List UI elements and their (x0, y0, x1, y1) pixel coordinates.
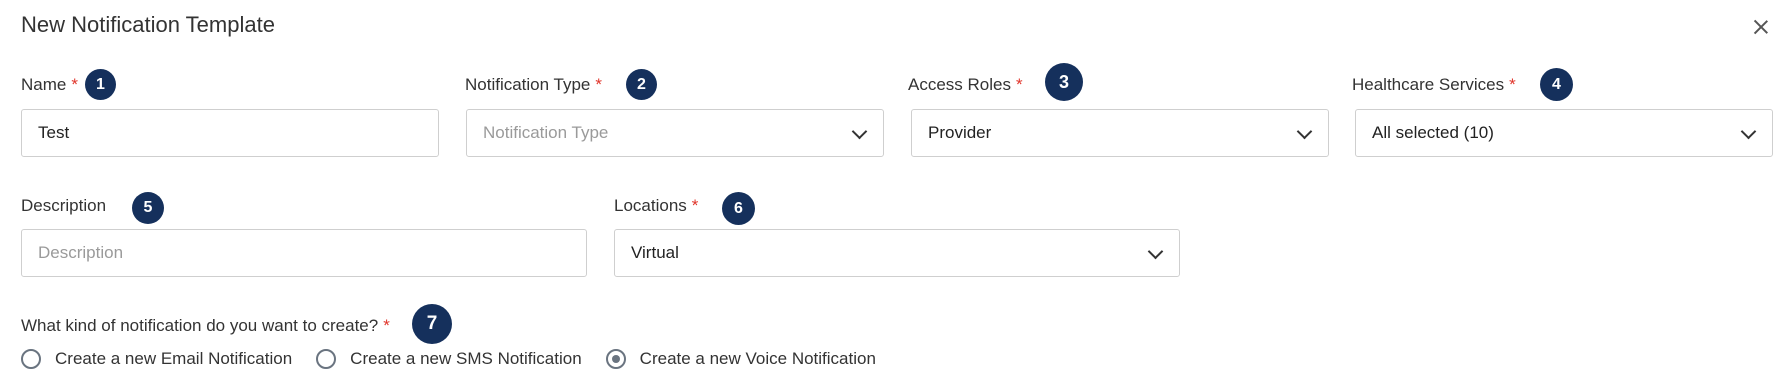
notification-type-select[interactable]: Notification Type (466, 109, 884, 157)
healthcare-services-label: Healthcare Services * (1352, 75, 1516, 94)
access-roles-label: Access Roles * (908, 75, 1023, 94)
callout-badge-7: 7 (412, 304, 452, 344)
name-input-box[interactable] (21, 109, 439, 157)
dialog-title: New Notification Template (21, 12, 275, 37)
locations-label: Locations * (614, 196, 699, 215)
locations-value: Virtual (631, 243, 679, 262)
notification-type-placeholder: Notification Type (483, 123, 609, 142)
description-label: Description (21, 196, 107, 215)
radio-label-email: Create a new Email Notification (55, 349, 293, 368)
callout-badge-1: 1 (85, 69, 116, 100)
radio-option-email[interactable]: Create a new Email Notification (21, 349, 292, 369)
callout-badge-5: 5 (132, 192, 164, 224)
radio-option-voice[interactable]: Create a new Voice Notification (605, 349, 876, 369)
callout-badge-3: 3 (1045, 63, 1083, 101)
access-roles-select[interactable]: Provider (911, 109, 1329, 157)
notification-kind-radio-group: Create a new Email Notification Create a… (21, 349, 900, 369)
name-input[interactable] (38, 123, 422, 143)
radio-button-voice[interactable] (605, 349, 626, 369)
description-input[interactable] (38, 243, 570, 263)
callout-badge-6: 6 (722, 192, 755, 225)
name-label: Name * (21, 75, 78, 94)
locations-select[interactable]: Virtual (614, 229, 1180, 277)
radio-button-sms[interactable] (316, 349, 337, 369)
healthcare-services-select[interactable]: All selected (10) (1355, 109, 1773, 157)
radio-label-sms: Create a new SMS Notification (350, 349, 582, 368)
notification-kind-question: What kind of notification do you want to… (21, 316, 390, 335)
radio-button-email[interactable] (21, 349, 41, 369)
close-icon[interactable] (1750, 16, 1772, 38)
healthcare-services-value: All selected (10) (1372, 123, 1494, 142)
access-roles-value: Provider (928, 123, 992, 142)
radio-option-sms[interactable]: Create a new SMS Notification (316, 349, 582, 369)
radio-label-voice: Create a new Voice Notification (639, 349, 876, 368)
callout-badge-4: 4 (1540, 68, 1573, 101)
description-input-box[interactable] (21, 229, 587, 277)
callout-badge-2: 2 (626, 69, 657, 100)
notification-type-label: Notification Type * (465, 75, 602, 94)
